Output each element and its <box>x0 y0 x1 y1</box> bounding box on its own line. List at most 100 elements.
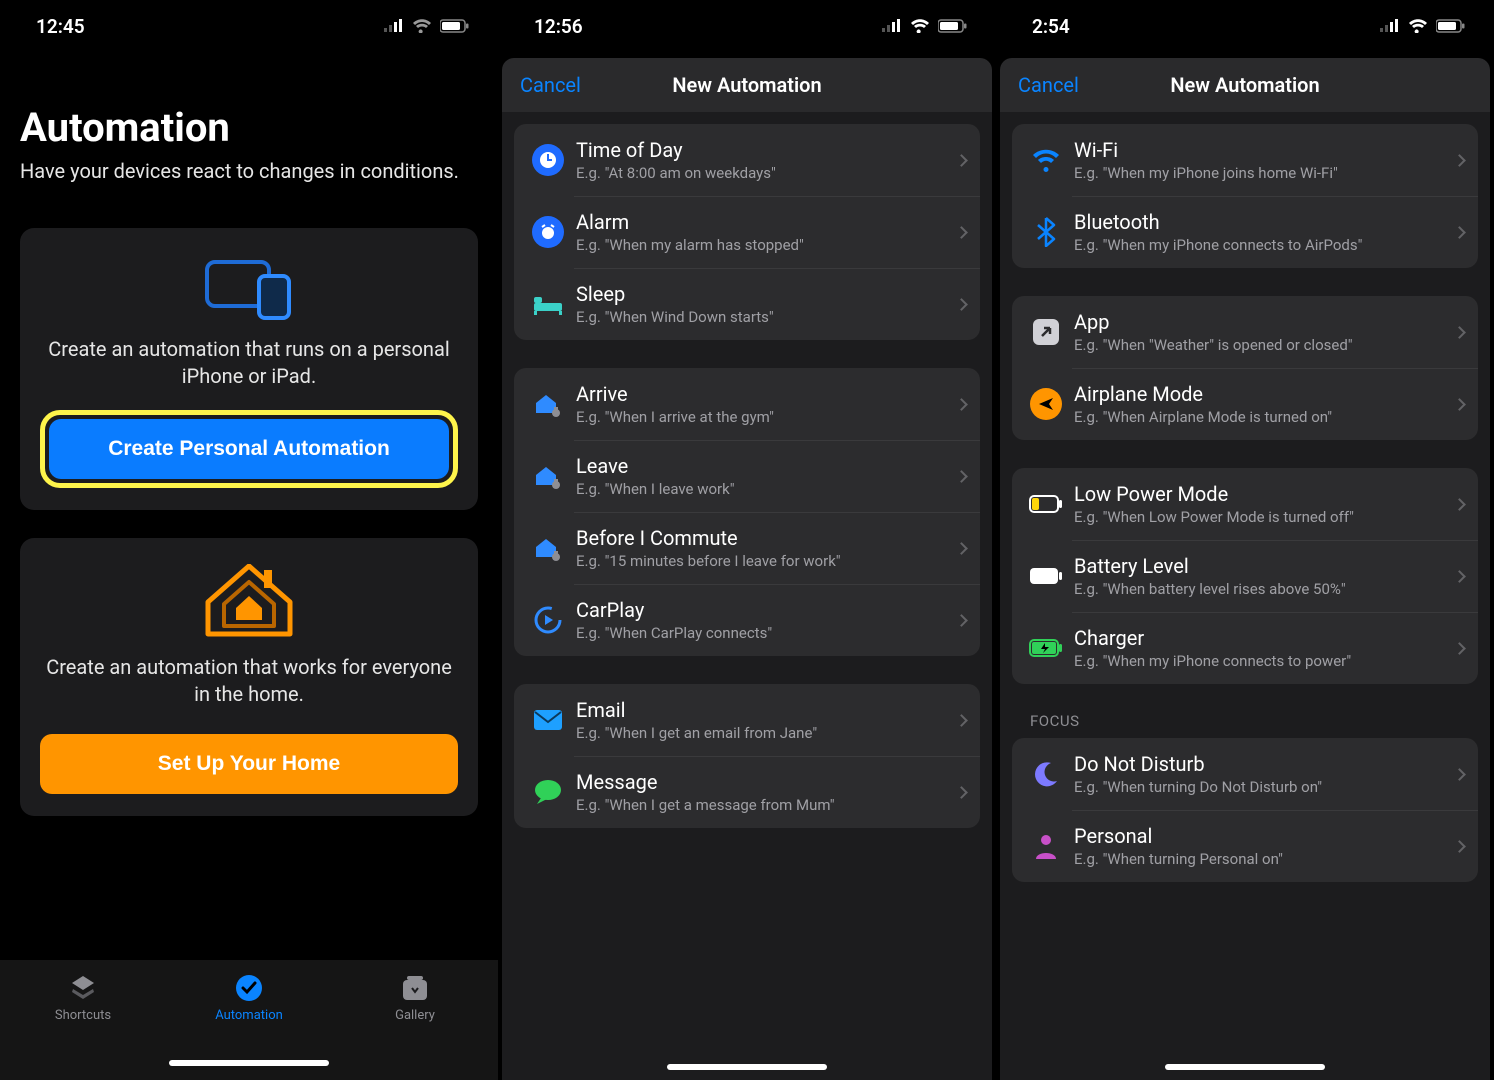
battery-icon <box>938 19 968 33</box>
personal-desc: Create an automation that runs on a pers… <box>40 336 458 390</box>
leave-icon <box>526 461 570 491</box>
clock-icon <box>526 144 570 176</box>
carplay-icon <box>526 605 570 635</box>
row-sub: E.g. "When my alarm has stopped" <box>576 236 949 254</box>
row-time-of-day[interactable]: Time of DayE.g. "At 8:00 am on weekdays" <box>514 124 980 196</box>
home-indicator[interactable] <box>169 1060 329 1066</box>
wifi-icon <box>412 19 432 33</box>
cellular-icon <box>882 19 902 33</box>
tab-shortcuts[interactable]: Shortcuts <box>18 972 148 1080</box>
chevron-right-icon <box>955 226 968 239</box>
group-time: Time of DayE.g. "At 8:00 am on weekdays"… <box>514 124 980 340</box>
app-icon <box>1024 318 1068 346</box>
status-bar: 12:45 <box>0 0 498 52</box>
create-personal-automation-button[interactable]: Create Personal Automation <box>49 419 449 479</box>
chevron-right-icon <box>955 714 968 727</box>
chevron-right-icon <box>955 614 968 627</box>
chevron-right-icon <box>1453 226 1466 239</box>
moon-icon <box>1024 761 1068 787</box>
row-low-power[interactable]: Low Power ModeE.g. "When Low Power Mode … <box>1012 468 1478 540</box>
row-message[interactable]: MessageE.g. "When I get a message from M… <box>514 756 980 828</box>
group-power: Low Power ModeE.g. "When Low Power Mode … <box>1012 468 1478 684</box>
arrive-icon <box>526 389 570 419</box>
row-email[interactable]: EmailE.g. "When I get an email from Jane… <box>514 684 980 756</box>
row-carplay[interactable]: CarPlayE.g. "When CarPlay connects" <box>514 584 980 656</box>
cellular-icon <box>1380 19 1400 33</box>
group-app: AppE.g. "When "Weather" is opened or clo… <box>1012 296 1478 440</box>
row-battery-level[interactable]: Battery LevelE.g. "When battery level ri… <box>1012 540 1478 612</box>
row-title: Personal <box>1074 824 1447 848</box>
wifi-icon <box>1024 148 1068 172</box>
row-before-commute[interactable]: Before I Commute E.g. "15 minutes before … <box>514 512 980 584</box>
person-icon <box>1024 833 1068 859</box>
modal-header: Cancel New Automation <box>1000 58 1490 112</box>
row-dnd[interactable]: Do Not DisturbE.g. "When turning Do Not … <box>1012 738 1478 810</box>
row-title: Leave <box>576 454 949 478</box>
cancel-button[interactable]: Cancel <box>1018 73 1079 97</box>
highlight-ring: Create Personal Automation <box>40 410 458 488</box>
row-arrive[interactable]: ArriveE.g. "When I arrive at the gym" <box>514 368 980 440</box>
chevron-right-icon <box>1453 768 1466 781</box>
chevron-right-icon <box>955 398 968 411</box>
group-communication: EmailE.g. "When I get an email from Jane… <box>514 684 980 828</box>
wifi-icon <box>1408 19 1428 33</box>
page-subtitle: Have your devices react to changes in co… <box>20 159 478 184</box>
group-location: ArriveE.g. "When I arrive at the gym" Le… <box>514 368 980 656</box>
row-wifi[interactable]: Wi-FiE.g. "When my iPhone joins home Wi-… <box>1012 124 1478 196</box>
row-title: Wi-Fi <box>1074 138 1447 162</box>
group-header-focus: Focus <box>1030 712 1478 730</box>
row-title: Low Power Mode <box>1074 482 1447 506</box>
chevron-right-icon <box>1453 154 1466 167</box>
home-indicator[interactable] <box>667 1064 827 1070</box>
home-automation-card: Create an automation that works for ever… <box>20 538 478 816</box>
chevron-right-icon <box>955 470 968 483</box>
low-power-icon <box>1024 495 1068 513</box>
mail-icon <box>526 709 570 731</box>
row-sub: E.g. "When I get a message from Mum" <box>576 796 949 814</box>
bluetooth-icon <box>1024 217 1068 247</box>
row-title: Airplane Mode <box>1074 382 1447 406</box>
battery-icon <box>1436 19 1466 33</box>
screen-automation-home: 12:45 Automation Have your devices react… <box>0 0 498 1080</box>
chevron-right-icon <box>1453 642 1466 655</box>
row-personal-focus[interactable]: PersonalE.g. "When turning Personal on" <box>1012 810 1478 882</box>
tab-label: Automation <box>215 1008 283 1023</box>
status-bar: 2:54 <box>996 0 1494 52</box>
row-alarm[interactable]: AlarmE.g. "When my alarm has stopped" <box>514 196 980 268</box>
alarm-icon <box>526 216 570 248</box>
row-sub: E.g. "15 minutes before I leave for work… <box>576 552 949 570</box>
devices-icon <box>40 254 458 320</box>
row-title: Before I Commute <box>576 526 949 550</box>
status-time: 12:45 <box>36 15 85 38</box>
tab-bar: Shortcuts Automation Gallery <box>0 960 498 1080</box>
row-sub: E.g. "When I leave work" <box>576 480 949 498</box>
chevron-right-icon <box>1453 570 1466 583</box>
row-sleep[interactable]: SleepE.g. "When Wind Down starts" <box>514 268 980 340</box>
automation-icon <box>234 972 264 1004</box>
charger-icon <box>1024 639 1068 657</box>
cancel-button[interactable]: Cancel <box>520 73 581 97</box>
tab-gallery[interactable]: Gallery <box>350 972 480 1080</box>
cellular-icon <box>384 19 404 33</box>
set-up-home-button[interactable]: Set Up Your Home <box>40 734 458 794</box>
home-indicator[interactable] <box>1165 1064 1325 1070</box>
battery-icon <box>1024 567 1068 585</box>
chevron-right-icon <box>1453 398 1466 411</box>
message-icon <box>526 778 570 806</box>
row-app[interactable]: AppE.g. "When "Weather" is opened or clo… <box>1012 296 1478 368</box>
row-title: Time of Day <box>576 138 949 162</box>
gallery-icon <box>400 972 430 1004</box>
group-connectivity: Wi-FiE.g. "When my iPhone joins home Wi-… <box>1012 124 1478 268</box>
row-title: Bluetooth <box>1074 210 1447 234</box>
row-airplane-mode[interactable]: Airplane Mode E.g. "When Airplane Mode is… <box>1012 368 1478 440</box>
row-title: Email <box>576 698 949 722</box>
screen-new-automation-2: 2:54 Cancel New Automation Wi-FiE.g. "Wh… <box>996 0 1494 1080</box>
row-sub: E.g. "When Airplane Mode is turned on" <box>1074 408 1447 426</box>
chevron-right-icon <box>1453 326 1466 339</box>
row-bluetooth[interactable]: BluetoothE.g. "When my iPhone connects t… <box>1012 196 1478 268</box>
row-leave[interactable]: Leave E.g. "When I leave work" <box>514 440 980 512</box>
group-focus: Do Not DisturbE.g. "When turning Do Not … <box>1012 738 1478 882</box>
airplane-icon <box>1024 388 1068 420</box>
home-desc: Create an automation that works for ever… <box>40 654 458 708</box>
row-charger[interactable]: ChargerE.g. "When my iPhone connects to … <box>1012 612 1478 684</box>
